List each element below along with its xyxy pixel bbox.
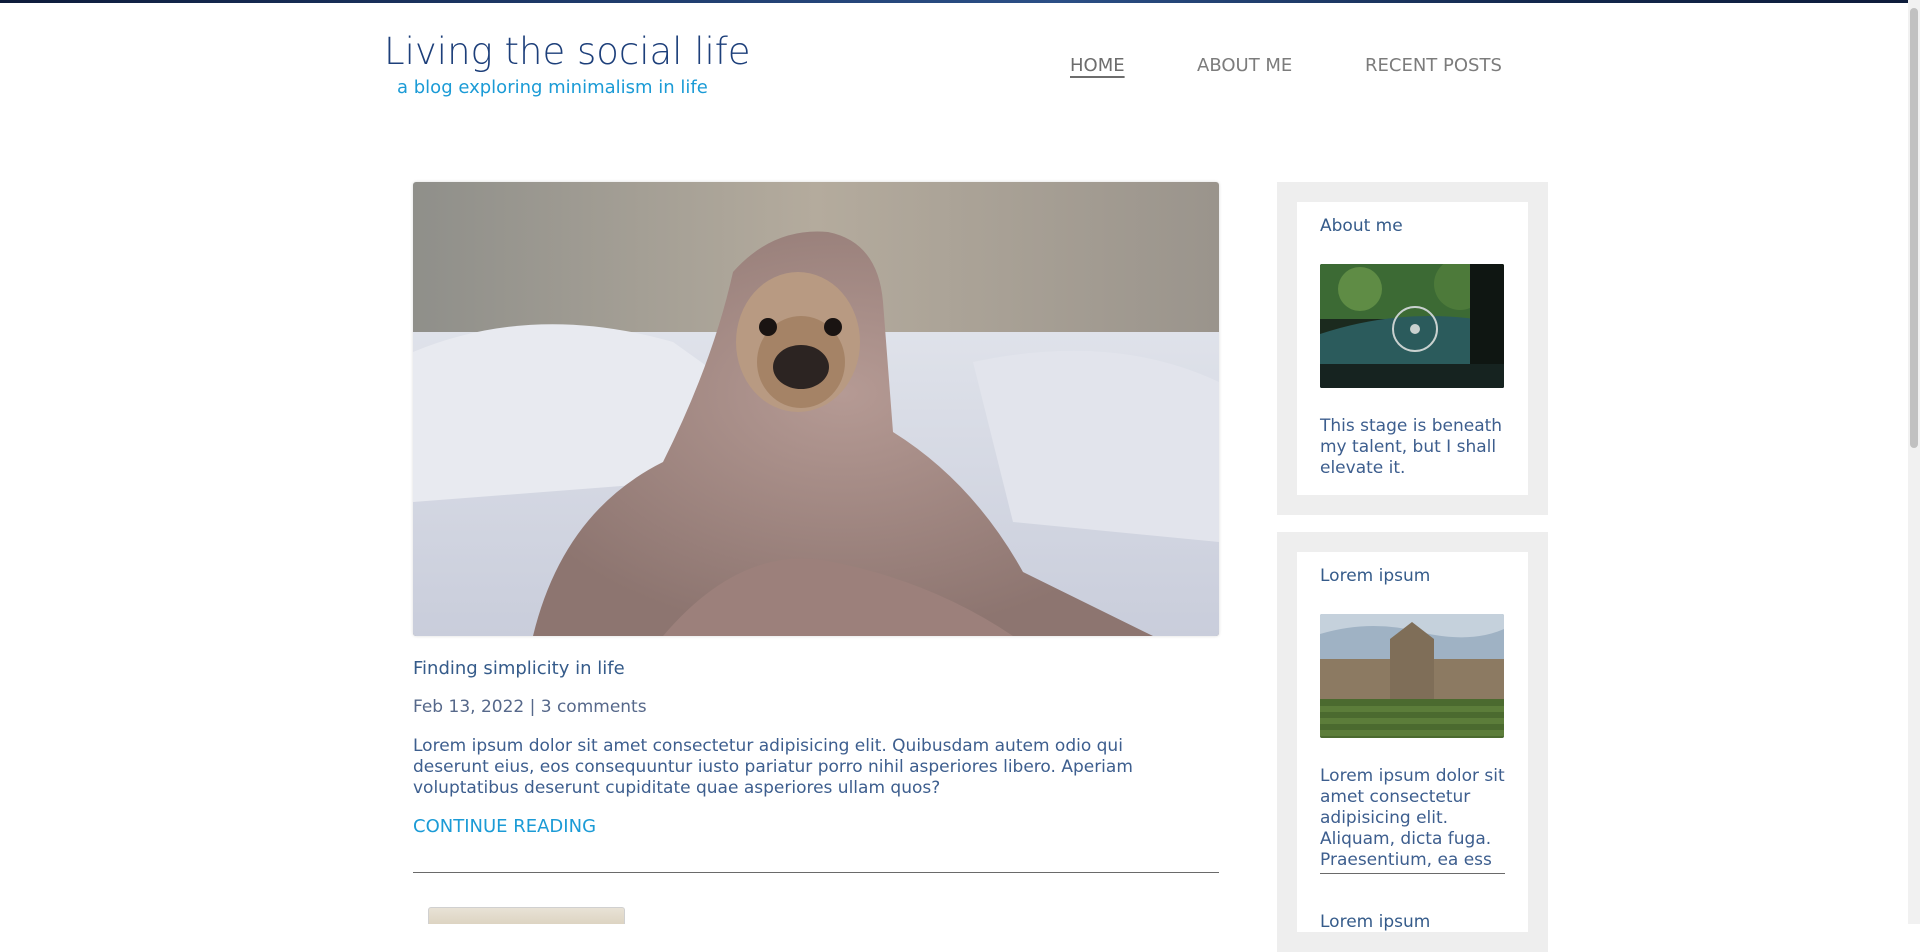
- widget-title: Lorem ipsum: [1320, 566, 1431, 586]
- post-divider: [413, 872, 1219, 873]
- site-title[interactable]: Living the social life: [384, 30, 751, 73]
- college-building-icon: [1320, 614, 1504, 738]
- about-me-image[interactable]: [1320, 264, 1504, 388]
- widget-divider: [1320, 873, 1505, 874]
- widget-next-title: Lorem ipsum: [1320, 912, 1431, 932]
- scrollbar-thumb[interactable]: [1910, 8, 1918, 448]
- lorem-ipsum-image[interactable]: [1320, 614, 1504, 738]
- next-post-image[interactable]: [428, 907, 625, 924]
- nav-about-me-link[interactable]: ABOUT ME: [1197, 55, 1292, 76]
- widget-title: About me: [1320, 216, 1403, 236]
- lorem-ipsum-text: Lorem ipsum dolor sit amet consectetur a…: [1320, 766, 1505, 870]
- about-me-widget: About me This stage is beneath my talent…: [1277, 182, 1548, 515]
- sidebar: About me This stage is beneath my talent…: [1277, 182, 1548, 952]
- pug-in-blanket-icon: [413, 182, 1219, 636]
- site-subtitle: a blog exploring minimalism in life: [397, 77, 708, 98]
- vintage-car-interior-icon: [1320, 264, 1504, 388]
- top-accent-bar: [0, 0, 1920, 3]
- post-meta: Feb 13, 2022 | 3 comments: [413, 697, 647, 717]
- post-excerpt: Lorem ipsum dolor sit amet consectetur a…: [413, 736, 1133, 798]
- continue-reading-link[interactable]: CONTINUE READING: [413, 816, 596, 837]
- nav-home-link[interactable]: HOME: [1070, 55, 1125, 76]
- lorem-ipsum-widget: Lorem ipsum Lorem ipsum dolor sit amet c…: [1277, 532, 1548, 952]
- nav-recent-posts-link[interactable]: RECENT POSTS: [1365, 55, 1502, 76]
- about-me-text: This stage is beneath my talent, but I s…: [1320, 416, 1503, 478]
- post-featured-image[interactable]: [413, 182, 1219, 636]
- post-title[interactable]: Finding simplicity in life: [413, 658, 625, 679]
